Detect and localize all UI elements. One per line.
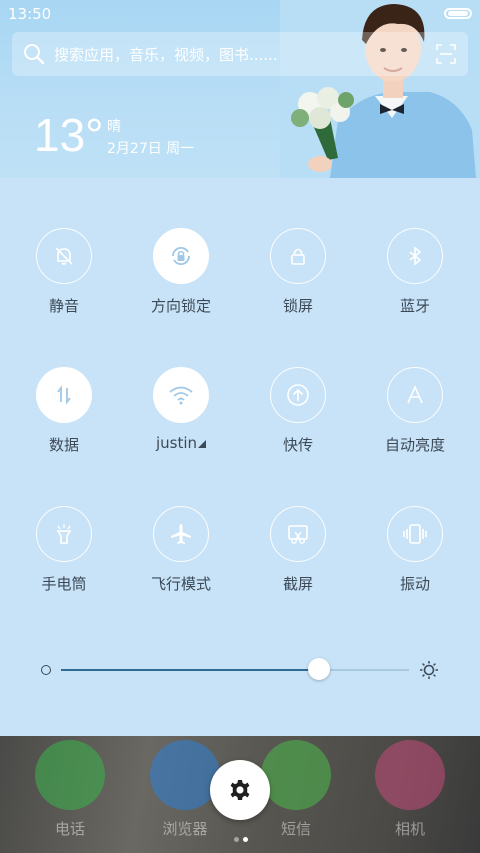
toggle-label: 自动亮度 [384, 436, 445, 454]
dock-app-label: 相机 [394, 820, 425, 838]
page-dot [243, 837, 248, 842]
wifi-icon [169, 386, 193, 405]
bell-off-icon [55, 247, 73, 265]
quick-settings-panel: 静音 方向锁定 锁屏 蓝牙 数据 justin 快传 自动亮度 手电筒 飞行模式… [0, 178, 480, 736]
toggle-fast-transfer[interactable]: 快传 [243, 367, 353, 455]
toggle-airplane-mode[interactable]: 飞行模式 [126, 506, 236, 594]
compass-icon [150, 740, 220, 810]
flashlight-icon [56, 524, 72, 544]
page-indicator [232, 827, 250, 846]
toggle-label: 数据 [48, 436, 79, 454]
message-icon [261, 740, 331, 810]
camera-icon [375, 740, 445, 810]
gear-icon [230, 780, 250, 800]
dock-app-label: 短信 [280, 820, 311, 838]
rotation-lock-icon [172, 246, 190, 266]
phone-icon [35, 740, 105, 810]
dock-app-camera[interactable]: 相机 [372, 740, 448, 839]
toggle-label: 蓝牙 [399, 297, 430, 315]
toggle-label: 截屏 [282, 575, 313, 593]
mobile-data-icon [57, 385, 71, 405]
battery-icon [444, 8, 472, 19]
brightness-slider-knob[interactable] [308, 658, 330, 680]
fast-transfer-icon [287, 384, 309, 406]
screenshot-icon [288, 525, 308, 544]
toggle-lock-screen[interactable]: 锁屏 [243, 228, 353, 316]
dock-app-label: 电话 [54, 820, 85, 838]
dock-app-label: 浏览器 [162, 820, 208, 838]
scan-icon[interactable] [436, 44, 456, 64]
brightness-low-icon [41, 665, 51, 675]
toggle-wifi[interactable]: justin [126, 367, 236, 452]
auto-brightness-icon [407, 385, 423, 404]
toggle-label: 静音 [48, 297, 79, 315]
brightness-slider-fill [61, 669, 319, 671]
page-dot [234, 837, 239, 842]
toggle-silent[interactable]: 静音 [9, 228, 119, 316]
notification-header: 13:50 搜索应用，音乐，视频，图书...... 13° 晴 2月27日 周一 [0, 0, 480, 178]
weather-date: 2月27日 周一 [107, 141, 195, 157]
search-icon [24, 44, 45, 65]
airplane-icon [171, 524, 191, 544]
wifi-signal-indicator-icon [198, 440, 207, 448]
settings-button[interactable] [210, 760, 270, 820]
search-bar[interactable]: 搜索应用，音乐，视频，图书...... [12, 32, 468, 76]
status-time: 13:50 [8, 5, 52, 23]
vibrate-icon [403, 524, 427, 544]
brightness-high-icon [420, 661, 438, 679]
toggle-flashlight[interactable]: 手电筒 [9, 506, 119, 594]
toggle-bluetooth[interactable]: 蓝牙 [360, 228, 470, 316]
toggle-label: 手电筒 [41, 575, 87, 593]
toggle-rotation-lock[interactable]: 方向锁定 [126, 228, 236, 316]
temperature: 13° [34, 109, 104, 161]
bluetooth-icon [409, 246, 422, 266]
toggle-mobile-data[interactable]: 数据 [9, 367, 119, 455]
weather-condition: 晴 [107, 119, 121, 135]
toggle-auto-brightness[interactable]: 自动亮度 [360, 367, 470, 455]
toggle-vibrate[interactable]: 振动 [360, 506, 470, 594]
toggle-label: 快传 [282, 436, 313, 454]
toggle-label: 飞行模式 [150, 575, 211, 593]
toggle-label: justin [155, 434, 198, 452]
toggle-label: 锁屏 [282, 297, 313, 315]
search-placeholder[interactable]: 搜索应用，音乐，视频，图书...... [54, 44, 278, 65]
status-bar: 13:50 [0, 0, 480, 28]
brightness-slider[interactable] [61, 658, 409, 680]
dock-app-phone[interactable]: 电话 [32, 740, 108, 839]
toggle-screenshot[interactable]: 截屏 [243, 506, 353, 594]
lock-icon [291, 248, 305, 265]
toggle-label: 振动 [399, 575, 430, 593]
toggle-label: 方向锁定 [150, 297, 211, 315]
